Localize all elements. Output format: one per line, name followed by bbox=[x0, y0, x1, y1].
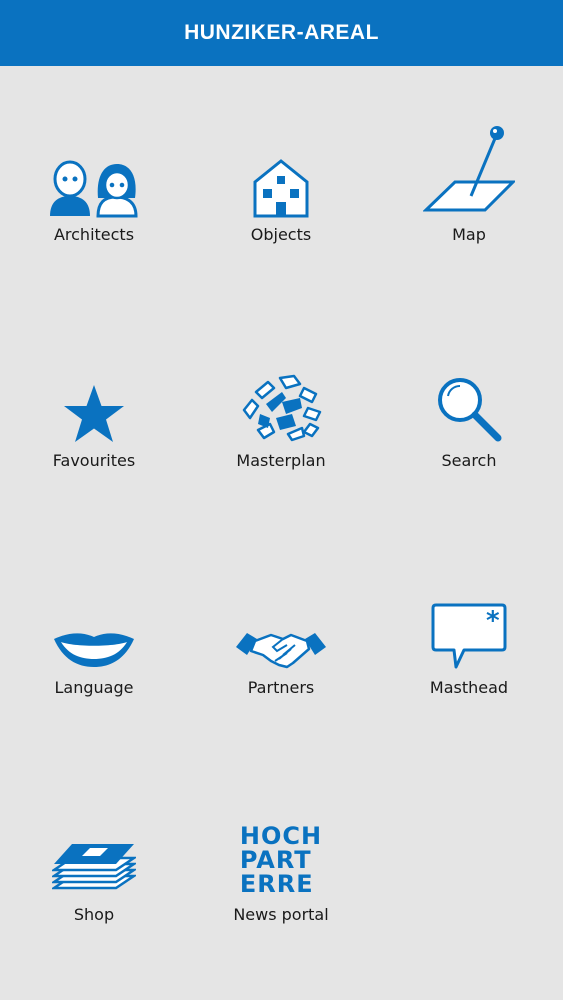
menu-grid: Architects Objects Map Favourites Master… bbox=[0, 66, 563, 1000]
books-stack-icon bbox=[39, 840, 149, 896]
menu-item-shop[interactable]: Shop bbox=[0, 746, 188, 972]
menu-item-objects[interactable]: Objects bbox=[187, 66, 375, 292]
lips-icon bbox=[39, 629, 149, 669]
app-header: HUNZIKER-AREAL bbox=[0, 0, 563, 66]
masterplan-icon bbox=[226, 372, 336, 444]
menu-item-label: Map bbox=[452, 225, 486, 244]
menu-item-masterplan[interactable]: Masterplan bbox=[187, 292, 375, 518]
logo-line: PART bbox=[239, 846, 312, 874]
menu-item-label: Partners bbox=[247, 678, 315, 697]
menu-item-news-portal[interactable]: HOCH PART ERRE News portal bbox=[187, 746, 375, 972]
menu-item-map[interactable]: Map bbox=[375, 66, 563, 292]
logo-line: HOCH bbox=[239, 822, 323, 850]
star-icon bbox=[39, 378, 149, 444]
page-title: HUNZIKER-AREAL bbox=[184, 21, 379, 44]
menu-item-label: News portal bbox=[233, 905, 329, 924]
menu-item-partners[interactable]: Partners bbox=[187, 519, 375, 745]
handshake-icon bbox=[226, 625, 336, 669]
logo-line: ERRE bbox=[239, 870, 314, 898]
menu-item-label: Masthead bbox=[429, 678, 509, 697]
svg-text:*: * bbox=[486, 606, 500, 636]
menu-item-label: Favourites bbox=[52, 451, 136, 470]
menu-item-language[interactable]: Language bbox=[0, 519, 188, 745]
menu-item-label: Architects bbox=[53, 225, 135, 244]
hochparterre-logo-icon: HOCH PART ERRE bbox=[226, 822, 336, 896]
menu-item-label: Masterplan bbox=[236, 451, 326, 470]
magnifier-icon bbox=[414, 376, 524, 442]
menu-item-label: Language bbox=[54, 678, 134, 697]
menu-item-masthead[interactable]: * Masthead bbox=[375, 519, 563, 745]
menu-item-label: Objects bbox=[250, 225, 312, 244]
menu-item-favourites[interactable]: Favourites bbox=[0, 292, 188, 518]
menu-item-label: Shop bbox=[73, 905, 115, 924]
map-pin-icon bbox=[414, 124, 524, 214]
speech-bubble-icon: * bbox=[414, 601, 524, 669]
menu-item-architects[interactable]: Architects bbox=[0, 66, 188, 292]
architects-icon bbox=[39, 152, 149, 218]
menu-item-label: Search bbox=[441, 451, 497, 470]
house-icon bbox=[226, 152, 336, 218]
menu-item-search[interactable]: Search bbox=[375, 292, 563, 518]
